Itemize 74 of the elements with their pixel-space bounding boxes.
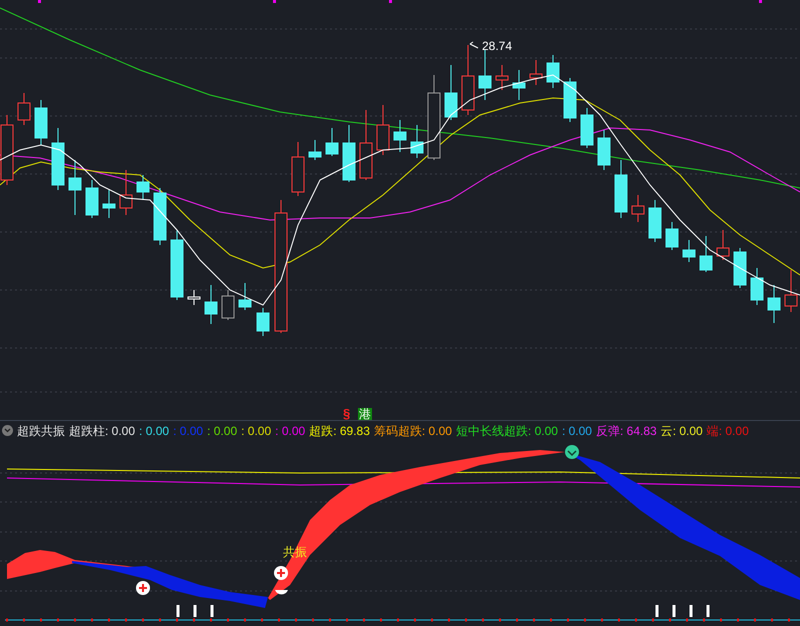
- plus-circle-icon: [136, 581, 150, 595]
- candlestick: [666, 222, 678, 250]
- candlestick: [308, 140, 322, 160]
- indicator-readout: 云: 0.00: [660, 424, 703, 436]
- indicator-readout: 短中长线超跌: 0.00: [456, 424, 558, 436]
- candlestick: [716, 230, 730, 260]
- candlestick: [444, 64, 458, 120]
- indicator-readout: : 0.00: [207, 424, 238, 436]
- signal-bar: [656, 605, 658, 617]
- signal-bar: [672, 605, 676, 617]
- candlestick: [154, 188, 166, 246]
- candlestick: [530, 60, 542, 86]
- candlestick: [700, 236, 712, 272]
- candlestick: [342, 124, 356, 182]
- candlestick: [410, 124, 424, 158]
- signal-bar: [210, 605, 214, 617]
- candlestick: [136, 174, 150, 200]
- candlestick: [394, 120, 406, 152]
- candlestick: [598, 130, 610, 170]
- check-circle-icon: [565, 445, 579, 459]
- candlestick: [102, 190, 116, 218]
- candlestick: [376, 104, 390, 156]
- candlestick: [292, 142, 304, 196]
- candlestick: [784, 270, 798, 312]
- candlestick: [326, 128, 338, 156]
- signal-bar: [690, 605, 692, 617]
- candlestick: [86, 180, 98, 218]
- candlestick: [52, 128, 64, 190]
- candlestick: [360, 110, 372, 180]
- indicator-readout: 筹码超跌: 0.00: [374, 424, 452, 436]
- candlestick: [632, 194, 644, 222]
- candlestick: [238, 282, 252, 310]
- collapse-icon[interactable]: [2, 425, 13, 436]
- indicator-readout: 端: 0.00: [706, 424, 749, 436]
- indicator-readout: : 0.00: [139, 424, 170, 436]
- candlestick: [18, 92, 30, 126]
- indicator-readout: 超跌: 69.83: [309, 424, 370, 436]
- indicator-readout: : 0.00: [173, 424, 204, 436]
- candlestick: [120, 170, 132, 216]
- indicator-readout: : 0.00: [241, 424, 272, 436]
- plus-circle-icon: [274, 566, 288, 580]
- candlestick: [768, 284, 780, 324]
- candlestick: [204, 284, 218, 324]
- indicator-readout: 超跌柱: 0.00: [69, 424, 136, 436]
- signal-label: 共振: [283, 546, 307, 558]
- candlestick: [564, 78, 576, 122]
- signal-bar: [194, 605, 196, 617]
- indicator-readout: 反弹: 64.83: [596, 424, 657, 436]
- indicator-readout: : 0.00: [275, 424, 306, 436]
- candlestick: [580, 108, 594, 148]
- candlestick: [256, 308, 270, 336]
- indicator-title: 超跌共振: [17, 424, 65, 436]
- candlestick: [462, 44, 474, 116]
- candlestick: [682, 240, 696, 262]
- candlestick: [496, 64, 508, 90]
- candlestick: [68, 160, 82, 216]
- candlestick: [750, 268, 764, 306]
- indicator-readout: : 0.00: [562, 424, 592, 436]
- candlestick: [734, 248, 746, 288]
- market-badge: 港: [358, 408, 372, 420]
- candlestick: [170, 230, 184, 300]
- candlestick: [512, 70, 526, 100]
- candlestick: [34, 100, 48, 146]
- candlestick: [222, 290, 234, 320]
- leader-line: [470, 42, 478, 48]
- candlestick: [648, 200, 662, 242]
- signal-bar: [176, 605, 180, 617]
- candlestick: [614, 160, 628, 218]
- price-label: 28.74: [482, 40, 512, 52]
- candlestick: [188, 290, 200, 306]
- signal-bar: [706, 605, 710, 617]
- candlestick: [478, 50, 492, 100]
- risk-marker: §: [343, 407, 350, 420]
- candlestick: [546, 54, 560, 88]
